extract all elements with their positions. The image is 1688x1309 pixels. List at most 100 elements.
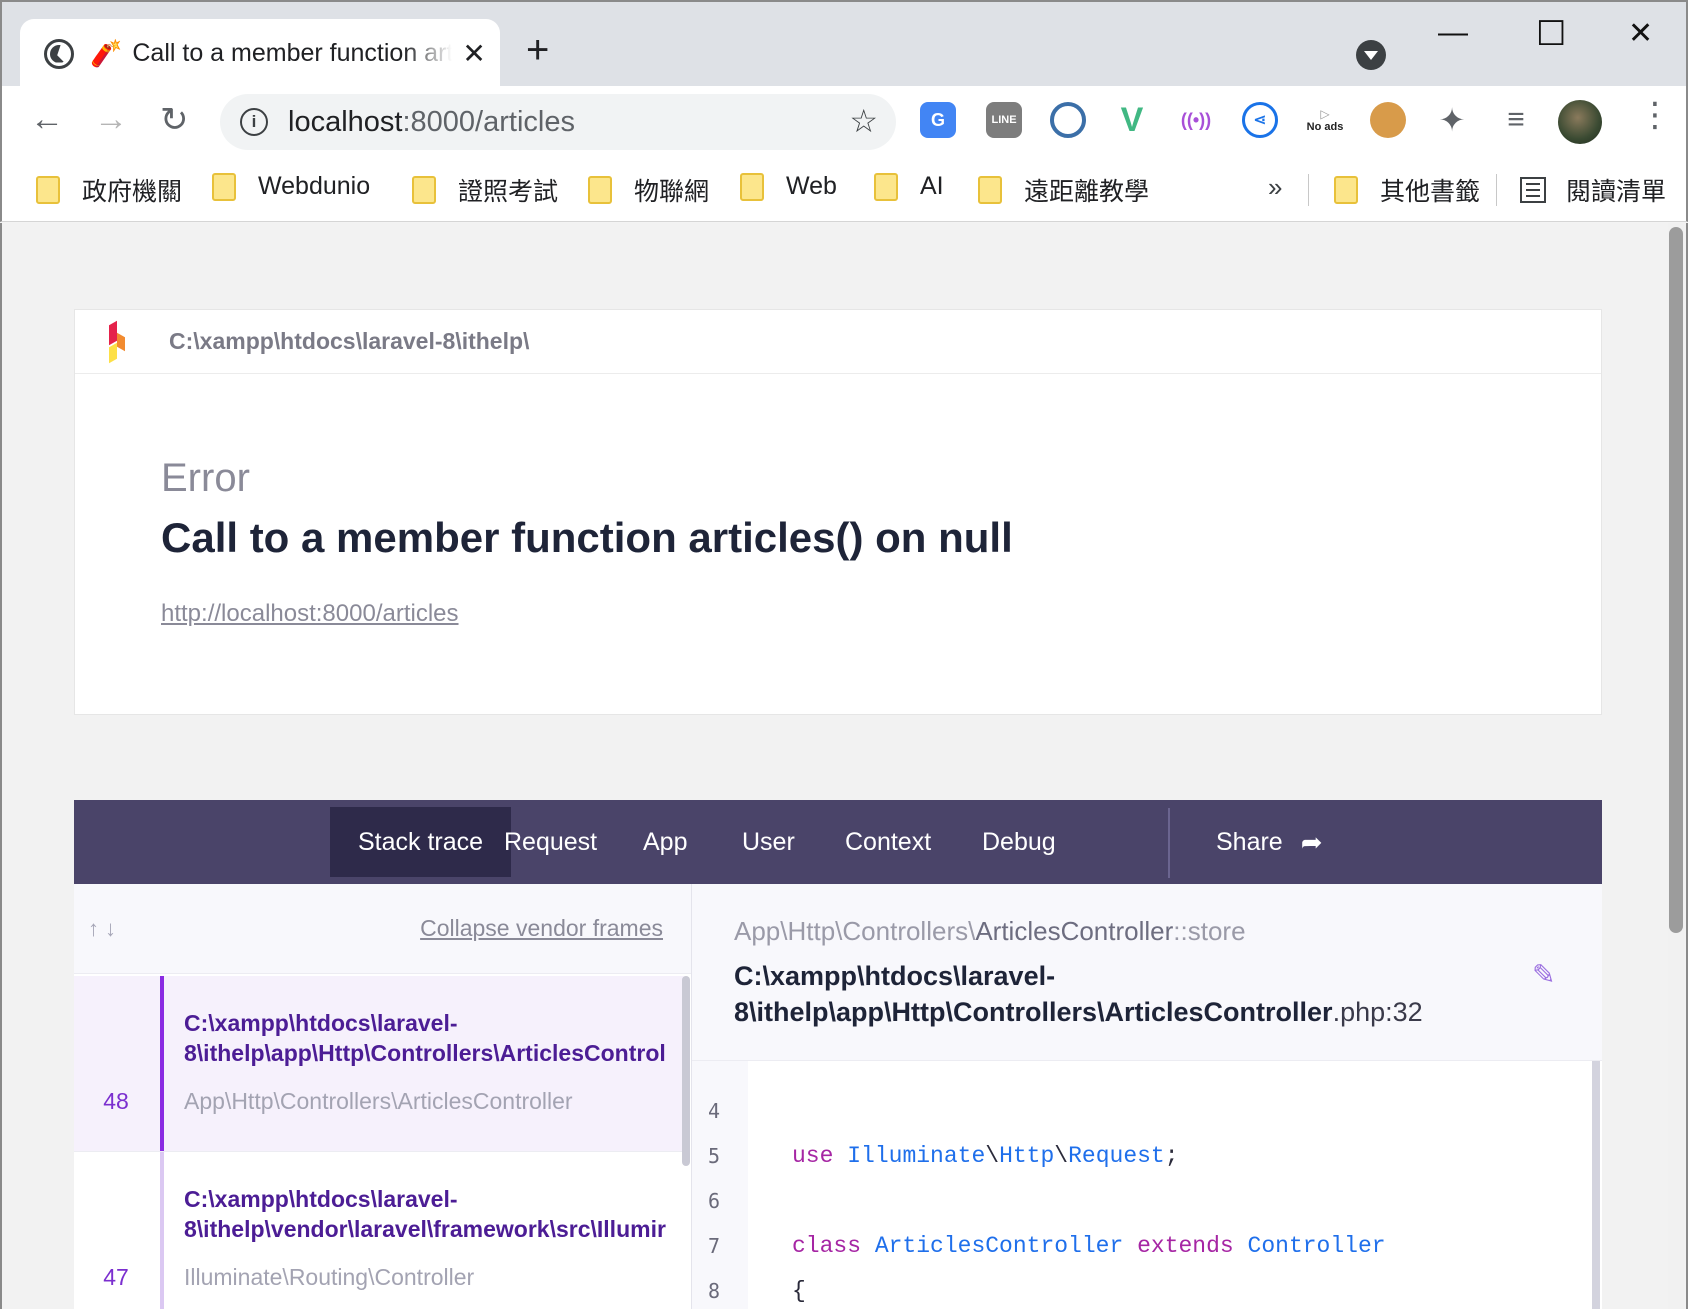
code-snippet: 4 5 6 7 8 use Illuminate\Http\Request; c… — [692, 1060, 1602, 1309]
tab-divider — [1168, 808, 1170, 878]
tab-search-button[interactable] — [1356, 40, 1386, 70]
line-icon[interactable]: LINE — [986, 102, 1022, 138]
stack-frames-header: ↑↓ Collapse vendor frames — [74, 884, 691, 974]
tab-debug[interactable]: Debug — [954, 807, 1084, 877]
detail-file: C:\xampp\htdocs\laravel-8\ithelp\app\Htt… — [734, 961, 1423, 1027]
code-scrollbar[interactable] — [1592, 1061, 1600, 1309]
ignition-tab-bar: Stack trace Request App User Context Deb… — [74, 800, 1602, 884]
new-tab-button[interactable]: + — [526, 30, 549, 70]
forward-button[interactable]: → — [94, 100, 128, 139]
frame-number: 48 — [103, 1088, 129, 1114]
page-scrollbar-thumb[interactable] — [1669, 227, 1683, 933]
stack-frame[interactable]: 47 C:\xampp\htdocs\laravel- 8\ithelp\ven… — [74, 1152, 684, 1309]
stack-frames-panel: ↑↓ Collapse vendor frames 48 C:\xampp\ht… — [74, 884, 692, 1309]
bookmark-folder[interactable]: Webdunio — [212, 172, 370, 201]
bookmark-folder[interactable]: 政府機關 — [36, 172, 182, 208]
address-bar[interactable]: i localhost:8000/articles ☆ — [220, 94, 896, 150]
bookmark-folder[interactable]: 物聯網 — [588, 172, 709, 208]
folder-icon — [978, 176, 1002, 204]
cookie-icon[interactable] — [1370, 102, 1406, 138]
frame-number: 47 — [103, 1264, 129, 1290]
error-url-link[interactable]: http://localhost:8000/articles — [161, 600, 459, 628]
podcast-icon[interactable]: ((•)) — [1178, 102, 1214, 138]
google-translate-icon[interactable]: G — [920, 102, 956, 138]
tab-app[interactable]: App — [615, 807, 715, 877]
line-number: 4 — [708, 1099, 721, 1123]
tab-title: Call to a member function articles() on … — [132, 39, 453, 67]
url-path: :8000/articles — [402, 105, 575, 138]
site-info-icon[interactable]: i — [240, 108, 268, 136]
error-card-header: C:\xampp\htdocs\laravel-8\ithelp\ — [75, 310, 1601, 374]
openvpn-icon[interactable] — [1050, 102, 1086, 138]
project-path: C:\xampp\htdocs\laravel-8\ithelp\ — [169, 328, 530, 354]
reading-list-icon — [1520, 177, 1546, 203]
page-content: C:\xampp\htdocs\laravel-8\ithelp\ Error … — [0, 223, 1688, 1309]
puzzle-icon[interactable]: ✦ — [1434, 102, 1470, 138]
globe-icon — [44, 38, 74, 69]
frames-scrollbar[interactable] — [682, 976, 690, 1166]
reload-button[interactable]: ↻ — [160, 100, 189, 140]
frame-navigation-arrows-icon[interactable]: ↑↓ — [88, 916, 122, 942]
vue-devtools-icon[interactable]: V — [1114, 101, 1150, 139]
bookmark-folder[interactable]: AI — [874, 172, 944, 201]
frame-detail-panel: App\Http\Controllers\ArticlesController:… — [692, 884, 1602, 1309]
code-line: class ArticlesController extends Control… — [792, 1233, 1386, 1259]
folder-icon — [212, 172, 236, 201]
share-arrow-icon: ➦ — [1300, 826, 1323, 857]
code-line: use Illuminate\Http\Request; — [792, 1143, 1179, 1169]
error-message: Call to a member function articles() on … — [161, 514, 1013, 561]
detail-class: App\Http\Controllers\ArticlesController:… — [734, 916, 1246, 946]
bookmarks-bar: 政府機關 Webdunio 證照考試 物聯網 Web AI 遠距離教學 » 其他… — [0, 158, 1688, 222]
reading-list[interactable]: 閱讀清單 — [1520, 172, 1666, 208]
error-type: Error — [161, 456, 250, 500]
folder-icon — [588, 176, 612, 204]
bookmark-star-icon[interactable]: ☆ — [849, 102, 878, 140]
folder-icon — [740, 172, 764, 201]
collapse-vendor-frames-link[interactable]: Collapse vendor frames — [420, 915, 663, 942]
back-button[interactable]: ← — [30, 100, 64, 139]
share-icon[interactable]: ⋖ — [1242, 102, 1278, 138]
frame-file: C:\xampp\htdocs\laravel- 8\ithelp\vendor… — [184, 1186, 666, 1242]
line-number: 6 — [708, 1189, 721, 1213]
edit-pencil-icon[interactable]: ✎ — [1532, 958, 1555, 991]
browser-tab[interactable]: 🧨 Call to a member function articles() o… — [20, 19, 500, 88]
close-window-button[interactable]: ✕ — [1628, 16, 1653, 51]
share-button[interactable]: Share ➦ — [1188, 807, 1351, 877]
code-line: { — [792, 1278, 806, 1304]
folder-icon — [412, 176, 436, 204]
bookmark-divider — [1496, 174, 1497, 206]
tab-request[interactable]: Request — [476, 807, 625, 877]
frame-class: Illuminate\Routing\Controller — [184, 1264, 475, 1290]
frame-file: C:\xampp\htdocs\laravel- 8\ithelp\app\Ht… — [184, 1010, 666, 1066]
folder-icon — [1334, 176, 1358, 204]
share-label: Share — [1216, 827, 1283, 856]
profile-avatar[interactable] — [1558, 100, 1602, 144]
no-ads-label: No ads — [1306, 121, 1344, 133]
tab-user[interactable]: User — [714, 807, 823, 877]
bookmark-folder[interactable]: 遠距離教學 — [978, 172, 1149, 208]
url-host: localhost — [288, 105, 403, 138]
minimize-button[interactable]: — — [1438, 16, 1468, 50]
close-tab-icon[interactable]: ✕ — [462, 37, 485, 70]
maximize-button[interactable]: ☐ — [1536, 14, 1566, 54]
flare-favicon-icon: 🧨 — [90, 38, 123, 68]
bookmark-folder[interactable]: Web — [740, 172, 837, 201]
tab-context[interactable]: Context — [817, 807, 959, 877]
other-bookmarks[interactable]: 其他書籤 — [1334, 172, 1480, 208]
browser-toolbar: ← → ↻ i localhost:8000/articles ☆ G LINE… — [0, 86, 1688, 158]
bookmark-folder[interactable]: 證照考試 — [412, 172, 558, 208]
line-number: 8 — [708, 1279, 721, 1303]
ignition-logo-icon — [105, 320, 133, 363]
stack-frame[interactable]: 48 C:\xampp\htdocs\laravel- 8\ithelp\app… — [74, 976, 684, 1152]
bookmark-divider — [1308, 174, 1309, 206]
media-icon[interactable]: ≡ — [1498, 102, 1534, 138]
line-number: 5 — [708, 1144, 721, 1168]
error-card: C:\xampp\htdocs\laravel-8\ithelp\ Error … — [74, 309, 1602, 715]
frame-marker — [160, 1152, 164, 1309]
frame-marker — [160, 976, 164, 1151]
no-ads-icon[interactable]: ▷ No ads — [1302, 102, 1348, 138]
frame-class: App\Http\Controllers\ArticlesController — [184, 1088, 573, 1114]
folder-icon — [874, 172, 898, 201]
more-bookmarks-button[interactable]: » — [1268, 172, 1282, 203]
menu-icon[interactable]: ⋮ — [1638, 98, 1672, 132]
